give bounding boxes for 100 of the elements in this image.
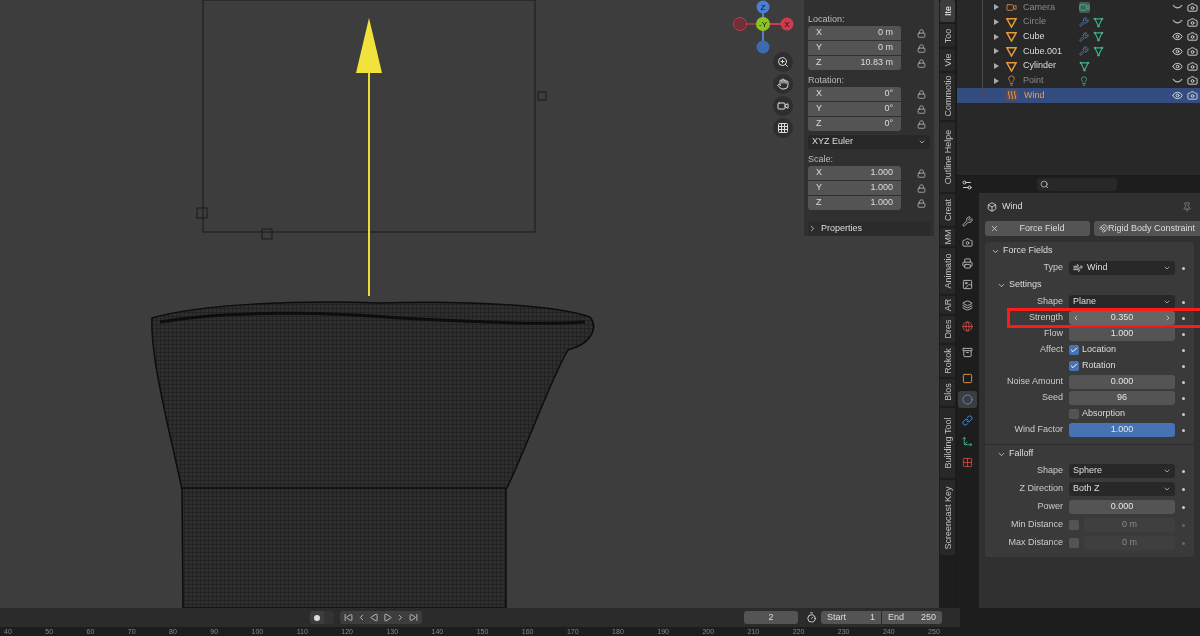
jump-end-icon[interactable]: [409, 613, 418, 622]
eye-icon[interactable]: [1172, 89, 1183, 101]
dropdown[interactable]: Sphere: [1068, 464, 1175, 478]
lock-icon[interactable]: [917, 89, 927, 99]
eye-icon[interactable]: [1172, 45, 1183, 57]
value-field[interactable]: X 1.000: [808, 166, 902, 180]
sidebar-tab[interactable]: Building Tool: [940, 407, 955, 479]
outliner-row[interactable]: Cube: [956, 29, 1200, 45]
lock-icon[interactable]: [917, 119, 927, 129]
grid-button[interactable]: [773, 118, 793, 138]
sidebar-tab[interactable]: Animatio: [940, 247, 955, 294]
dropdown[interactable]: Plane: [1068, 295, 1175, 309]
next-keyframe-icon[interactable]: [396, 613, 405, 622]
record-button[interactable]: [310, 611, 324, 624]
mesh-data-icon: [1092, 16, 1104, 28]
sidebar-tab[interactable]: Dres: [940, 315, 955, 343]
checkbox[interactable]: [1068, 345, 1079, 355]
outliner-row[interactable]: Camera: [956, 0, 1200, 15]
end-frame-field[interactable]: End 250: [882, 611, 942, 624]
expand-arrow-icon[interactable]: [993, 48, 999, 55]
sidebar-tab[interactable]: Ite: [940, 0, 955, 23]
camera-icon[interactable]: [1187, 45, 1198, 57]
lock-icon[interactable]: [917, 168, 927, 178]
outliner-row[interactable]: Cylinder: [956, 58, 1200, 74]
properties-tab[interactable]: [958, 391, 978, 408]
lock-icon[interactable]: [917, 43, 927, 53]
lock-icon[interactable]: [917, 104, 927, 114]
panel-header[interactable]: Force Fields: [984, 242, 1194, 260]
outliner-row[interactable]: Wind: [956, 88, 1200, 103]
camera-button[interactable]: [773, 96, 793, 116]
outliner-row[interactable]: Point: [956, 73, 1200, 89]
modifier-button[interactable]: Rigid Body Constraint: [1093, 221, 1200, 236]
value-field[interactable]: Z 0°: [808, 117, 902, 131]
sidebar-tab[interactable]: Screencast Key: [940, 480, 955, 556]
editor-type-icon[interactable]: [960, 178, 973, 191]
outliner-row[interactable]: Circle: [956, 14, 1200, 30]
value-field[interactable]: Y 1.000: [808, 181, 902, 195]
expand-arrow-icon[interactable]: [993, 4, 999, 11]
sidebar-tab[interactable]: Commotio: [940, 73, 955, 120]
number-field[interactable]: 1.000: [1068, 423, 1175, 437]
value-field[interactable]: Z 1.000: [808, 196, 902, 210]
subpanel-header[interactable]: Properties: [808, 221, 931, 236]
lock-icon[interactable]: [917, 198, 927, 208]
hidden-eye-icon[interactable]: [1172, 19, 1183, 26]
direction-arrow[interactable]: [356, 18, 382, 297]
checkbox[interactable]: [1068, 538, 1079, 548]
start-frame-field[interactable]: Start 1: [821, 611, 881, 624]
hidden-eye-icon[interactable]: [1172, 4, 1183, 11]
zoom-button[interactable]: [773, 52, 793, 72]
camera-icon[interactable]: [1187, 75, 1198, 87]
current-frame-field[interactable]: 2: [744, 611, 798, 624]
hand-button[interactable]: [773, 74, 793, 94]
sidebar-tab[interactable]: AR: [940, 295, 955, 314]
checkbox[interactable]: [1068, 361, 1079, 371]
camera-icon[interactable]: [1187, 60, 1198, 72]
value-field[interactable]: X 0 m: [808, 26, 902, 40]
outliner-row[interactable]: Cube.001: [956, 44, 1200, 59]
sidebar-tab[interactable]: Creat: [940, 193, 955, 226]
previous-keyframe-icon[interactable]: [357, 613, 366, 622]
sidebar-tab[interactable]: Too: [940, 24, 955, 47]
hidden-eye-icon[interactable]: [1172, 77, 1183, 84]
value-field[interactable]: Y 0 m: [808, 41, 902, 55]
sidebar-tab[interactable]: Outline Helpe: [940, 121, 955, 192]
value-field[interactable]: Y 0°: [808, 102, 902, 116]
number-field[interactable]: 1.000: [1068, 327, 1175, 341]
value-field[interactable]: X 0°: [808, 87, 902, 101]
stopwatch-icon[interactable]: [806, 612, 817, 623]
modifier-button[interactable]: Force Field: [984, 221, 1090, 236]
camera-icon[interactable]: [1187, 31, 1198, 43]
sidebar-tab[interactable]: Blos: [940, 378, 955, 406]
lock-icon[interactable]: [917, 183, 927, 193]
axis-gizmo[interactable]: Z -Y X: [731, 0, 797, 60]
sidebar-tab[interactable]: Vie: [940, 48, 955, 72]
subpanel-header[interactable]: Falloff: [984, 445, 1194, 463]
value-field[interactable]: Z 10.83 m: [808, 56, 902, 70]
number-field[interactable]: 96: [1068, 391, 1175, 405]
globe-icon: [962, 321, 974, 332]
subpanel-header[interactable]: Settings: [984, 276, 1194, 294]
sidebar-tab[interactable]: MM: [940, 227, 955, 246]
sidebar-tab[interactable]: Rokok: [940, 344, 955, 377]
dropdown[interactable]: Both Z: [1068, 482, 1175, 496]
play-icon[interactable]: [383, 613, 392, 622]
search-field[interactable]: [1036, 178, 1117, 191]
play-reverse-icon[interactable]: [370, 613, 379, 622]
camera-icon[interactable]: [1187, 16, 1198, 28]
dropdown[interactable]: Wind: [1068, 261, 1175, 275]
number-field[interactable]: 0.350: [1068, 311, 1175, 325]
camera-icon[interactable]: [1187, 1, 1198, 13]
jump-start-icon[interactable]: [344, 613, 353, 622]
checkbox[interactable]: [1068, 520, 1079, 530]
lock-icon[interactable]: [917, 28, 927, 38]
number-field[interactable]: 0.000: [1068, 375, 1175, 389]
number-field[interactable]: 0.000: [1068, 500, 1175, 514]
pin-icon[interactable]: [1182, 202, 1192, 212]
eye-icon[interactable]: [1172, 31, 1183, 43]
eye-icon[interactable]: [1172, 60, 1183, 72]
camera-icon[interactable]: [1187, 89, 1198, 101]
lock-icon[interactable]: [917, 58, 927, 68]
rotation-mode-dropdown[interactable]: XYZ Euler: [808, 135, 931, 149]
checkbox[interactable]: [1068, 409, 1079, 419]
